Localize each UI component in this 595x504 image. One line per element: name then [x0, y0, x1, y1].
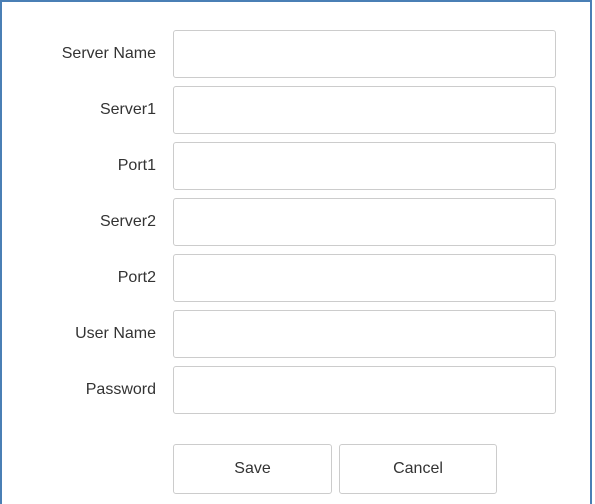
- form-row-port1: Port1: [2, 142, 594, 190]
- form-row-server2: Server2: [2, 198, 594, 246]
- password-label: Password: [85, 381, 156, 398]
- user-name-label: User Name: [75, 325, 156, 342]
- server2-label: Server2: [99, 213, 156, 230]
- form-row-user-name: User Name: [2, 310, 594, 358]
- form-row-password: Password: [2, 366, 594, 414]
- server2-input[interactable]: [173, 198, 556, 246]
- port1-label: Port1: [117, 157, 156, 174]
- form-row-server1: Server1: [2, 86, 594, 134]
- port2-label: Port2: [117, 269, 156, 286]
- server1-input[interactable]: [173, 86, 556, 134]
- form-row-server-name: Server Name: [2, 30, 594, 78]
- form-row-port2: Port2: [2, 254, 594, 302]
- user-name-input[interactable]: [173, 310, 556, 358]
- server-name-label: Server Name: [61, 45, 156, 62]
- server-name-input[interactable]: [173, 30, 556, 78]
- server1-label: Server1: [99, 101, 156, 118]
- cancel-button[interactable]: Cancel: [339, 444, 497, 494]
- port1-input[interactable]: [173, 142, 556, 190]
- save-button[interactable]: Save: [173, 444, 332, 494]
- server-settings-panel: Server Name Server1 Port1 Server2 Port2 …: [0, 0, 592, 504]
- port2-input[interactable]: [173, 254, 556, 302]
- password-input[interactable]: [173, 366, 556, 414]
